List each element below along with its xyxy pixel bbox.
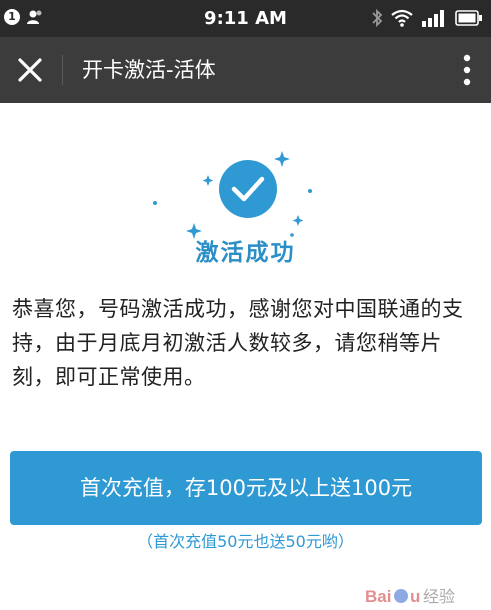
bluetooth-icon bbox=[372, 8, 383, 28]
svg-text:u: u bbox=[410, 587, 420, 606]
battery-icon bbox=[455, 10, 482, 26]
close-icon[interactable] bbox=[14, 54, 46, 86]
success-title: 激活成功 bbox=[195, 240, 296, 266]
page-title: 开卡激活-活体 bbox=[82, 58, 216, 82]
app-bar: 开卡激活-活体 bbox=[0, 37, 491, 103]
svg-text:经验: 经验 bbox=[423, 587, 455, 606]
app-bar-divider bbox=[62, 55, 63, 85]
svg-text:Bai: Bai bbox=[365, 587, 391, 606]
status-bar: 1 9:11 AM bbox=[0, 0, 491, 37]
success-message: 恭喜您，号码激活成功，感谢您对中国联通的支持，由于月底月初激活人数较多，请您稍等… bbox=[12, 297, 464, 389]
recharge-note: （首次充值50元也送50元哟） bbox=[137, 532, 354, 551]
baidu-watermark-logo: Bai u 经验 bbox=[365, 587, 455, 606]
more-vertical-icon[interactable] bbox=[461, 52, 473, 88]
first-recharge-button[interactable]: 首次充值，存100元及以上送100元 bbox=[10, 451, 482, 525]
signal-icon bbox=[422, 10, 444, 27]
wifi-icon bbox=[391, 9, 413, 27]
